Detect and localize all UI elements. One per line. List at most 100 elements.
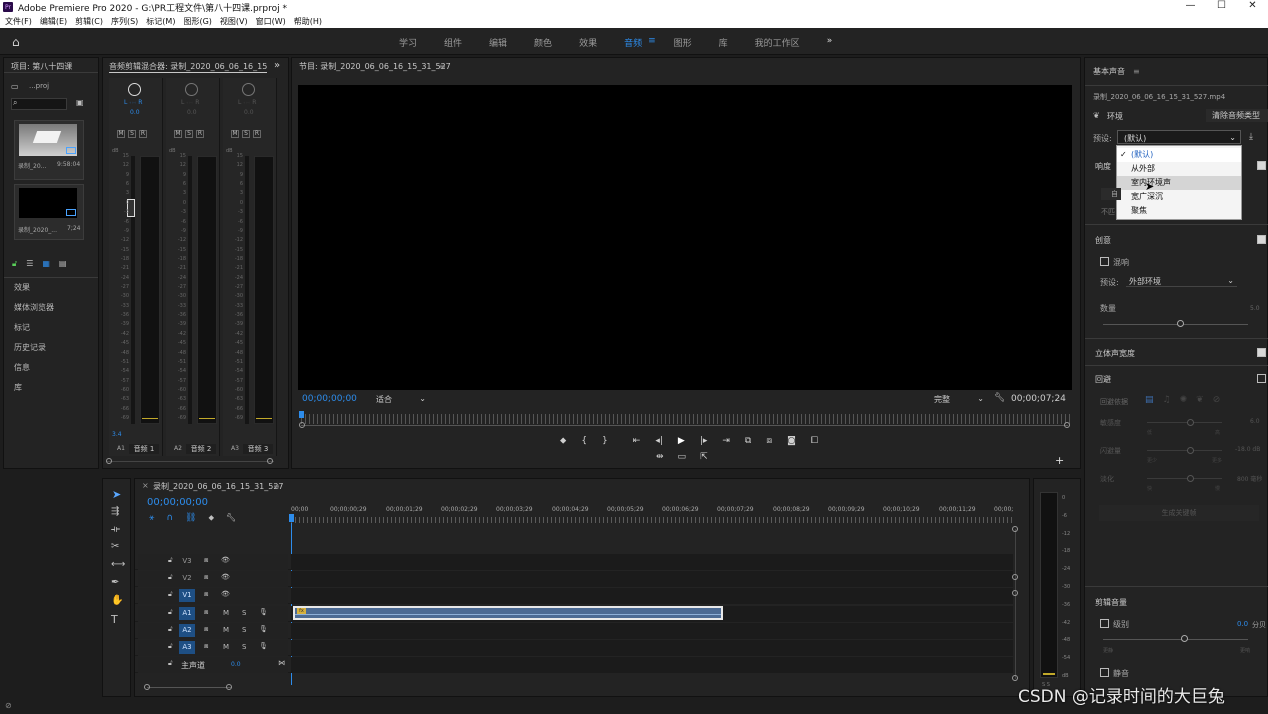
level-value[interactable]: 0.0: [1237, 620, 1248, 628]
vertical-scroll-bottom-handle[interactable]: [1012, 675, 1018, 681]
mute-button[interactable]: M: [174, 130, 182, 138]
step-back-icon[interactable]: ◂|: [655, 436, 663, 446]
sfx-icon[interactable]: ✺: [1180, 395, 1188, 405]
selection-tool-icon[interactable]: ➤: [112, 488, 121, 501]
menu-clip[interactable]: 剪辑(C): [75, 16, 103, 27]
list-view-icon[interactable]: ☰: [26, 259, 33, 269]
mute-track-button[interactable]: M: [223, 609, 229, 617]
lock-icon[interactable]: 🔓︎: [168, 556, 173, 565]
program-time-ruler[interactable]: [301, 414, 1070, 424]
add-marker-icon[interactable]: ⬥: [208, 513, 214, 523]
menu-file[interactable]: 文件(F): [5, 16, 32, 27]
sync-lock-icon[interactable]: ⧈: [204, 608, 208, 617]
workspace-tab-learn[interactable]: 学习: [399, 36, 417, 49]
panel-menu-icon[interactable]: ≡: [273, 482, 280, 491]
panel-markers[interactable]: 标记: [14, 322, 30, 333]
sync-lock-icon[interactable]: ⧈: [204, 556, 208, 565]
lock-icon[interactable]: 🔓︎: [168, 642, 173, 651]
pan-knob[interactable]: [242, 83, 255, 96]
pan-value[interactable]: 0.0: [130, 109, 140, 116]
menu-edit[interactable]: 编辑(E): [40, 16, 67, 27]
channel-name[interactable]: 音频 1: [129, 444, 159, 454]
ducking-checkbox[interactable]: [1257, 374, 1266, 383]
sync-lock-icon[interactable]: ⧈: [204, 573, 208, 582]
level-checkbox[interactable]: [1100, 619, 1109, 628]
timeline-zoom-start-handle[interactable]: [144, 684, 150, 690]
pan-knob[interactable]: [128, 83, 141, 96]
track-target-v1[interactable]: V1: [179, 589, 195, 602]
mute-button[interactable]: M: [117, 130, 125, 138]
compare-view-icon[interactable]: ⧠: [811, 436, 818, 446]
eye-icon[interactable]: 👁︎: [221, 590, 230, 598]
preset-option-default[interactable]: ✓ (默认): [1117, 148, 1241, 162]
zoom-start-handle[interactable]: [299, 422, 305, 428]
track-target-v2[interactable]: V2: [179, 572, 195, 585]
mark-in-icon[interactable]: {: [581, 436, 587, 446]
track-target-a2[interactable]: A2: [179, 624, 195, 637]
amount-slider-knob[interactable]: [1177, 320, 1184, 327]
export-frame-icon[interactable]: ◙: [787, 436, 796, 446]
menu-sequence[interactable]: 序列(S): [111, 16, 138, 27]
panel-history[interactable]: 历史记录: [14, 342, 46, 353]
mute-track-button[interactable]: M: [223, 643, 229, 651]
vertical-scroll-top-handle[interactable]: [1012, 526, 1018, 532]
preset-option-wide[interactable]: 宽广深沉: [1117, 190, 1241, 204]
lock-icon[interactable]: 🔓︎: [168, 590, 173, 599]
ripple-edit-tool-icon[interactable]: ⟛: [111, 524, 120, 535]
pen-tool-icon[interactable]: ✒: [111, 577, 119, 588]
dialogue-icon[interactable]: ▤: [1145, 395, 1154, 405]
workspace-menu-icon[interactable]: ≡: [648, 36, 656, 49]
home-icon[interactable]: ⌂: [12, 35, 20, 49]
creative-checkbox[interactable]: [1257, 235, 1266, 244]
menu-view[interactable]: 视图(V): [220, 16, 248, 27]
linked-selection-icon[interactable]: ⛓: [185, 513, 196, 523]
microphone-icon[interactable]: 🎙︎: [259, 642, 268, 650]
mute-track-button[interactable]: M: [223, 626, 229, 634]
solo-button[interactable]: S: [128, 130, 136, 138]
close-sequence-icon[interactable]: ×: [142, 481, 149, 490]
razor-tool-icon[interactable]: ✂: [111, 541, 119, 552]
wrench-icon[interactable]: 🔧︎: [994, 393, 1005, 403]
track-target-a3[interactable]: A3: [179, 641, 195, 654]
workspace-tab-assembly[interactable]: 组件: [444, 36, 462, 49]
export-icon[interactable]: ⇱: [700, 452, 708, 462]
timeline-playhead-head[interactable]: [289, 514, 294, 522]
close-icon[interactable]: ✕: [1237, 0, 1268, 11]
new-bin-icon[interactable]: ▣: [76, 98, 84, 107]
eye-icon[interactable]: 👁︎: [221, 556, 230, 564]
sync-lock-icon[interactable]: ⧈: [204, 590, 208, 599]
solo-button[interactable]: S: [185, 130, 193, 138]
safe-margins-icon[interactable]: ▭: [678, 452, 687, 462]
quality-dropdown[interactable]: 完整 ⌄: [934, 394, 984, 405]
overwrite-icon[interactable]: ⧈: [766, 436, 772, 446]
microphone-icon[interactable]: 🎙︎: [259, 608, 268, 616]
lock-icon[interactable]: 🔓︎: [12, 259, 17, 269]
record-button[interactable]: R: [139, 130, 147, 138]
unassigned-icon[interactable]: ⊘: [1213, 395, 1221, 405]
music-icon[interactable]: ♫: [1163, 395, 1171, 405]
loudness-checkbox[interactable]: [1257, 161, 1266, 170]
panel-menu-icon[interactable]: ≡: [439, 62, 446, 71]
clip-thumbnail-1[interactable]: 录制_20... 9:58:04: [14, 120, 84, 180]
channel-name[interactable]: 音频 3: [243, 444, 273, 454]
workspace-tab-audio[interactable]: 音频: [624, 36, 642, 49]
lock-icon[interactable]: 🔓︎: [168, 659, 173, 668]
solo-button[interactable]: S: [242, 130, 250, 138]
nest-icon[interactable]: ⚹: [149, 513, 154, 523]
mixer-title[interactable]: 音频剪辑混合器: 录制_2020_06_06_16_15: [109, 61, 268, 73]
preset-option-focus[interactable]: 聚焦: [1117, 204, 1241, 218]
play-icon[interactable]: ▶: [678, 436, 685, 446]
go-to-out-icon[interactable]: ⇥: [722, 436, 730, 446]
timeline-settings-icon[interactable]: 🔧︎: [226, 513, 236, 523]
minimize-icon[interactable]: —: [1175, 0, 1206, 11]
workspace-tab-color[interactable]: 颜色: [534, 36, 552, 49]
audio-clip-a1[interactable]: fx: [293, 606, 723, 620]
level-slider-knob[interactable]: [1181, 635, 1188, 642]
auto-match-button[interactable]: 自: [1101, 188, 1121, 200]
scroll-end-handle[interactable]: [267, 458, 273, 464]
workspace-tab-graphics[interactable]: 图形: [674, 36, 692, 49]
clip-thumbnail-2[interactable]: 录制_2020_... 7;24: [14, 184, 84, 240]
panel-effects[interactable]: 效果: [14, 282, 30, 293]
master-volume-value[interactable]: 0.0: [231, 661, 241, 668]
project-search-input[interactable]: [11, 98, 67, 110]
